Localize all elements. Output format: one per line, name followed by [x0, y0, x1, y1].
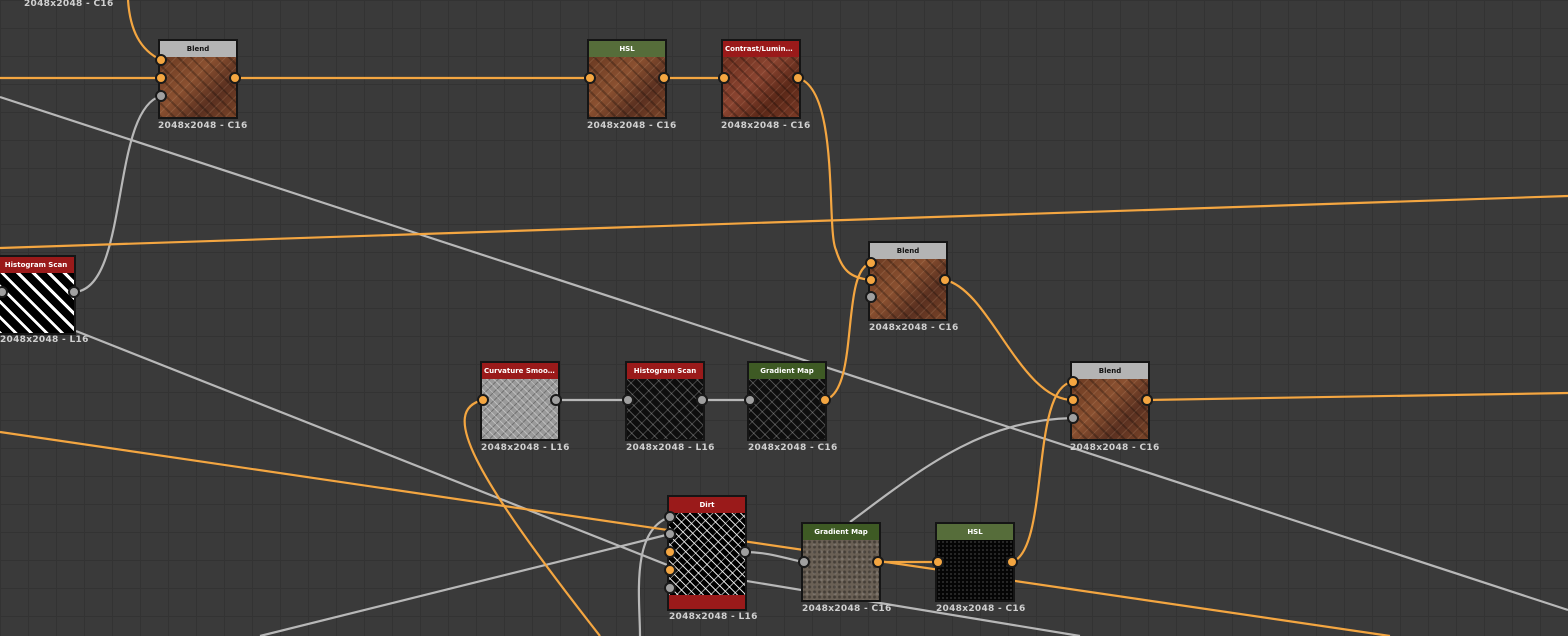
input-port[interactable] [932, 556, 944, 568]
output-port[interactable] [872, 556, 884, 568]
node-thumbnail [937, 540, 1013, 600]
node-thumbnail [669, 513, 745, 595]
node-gradient-map[interactable]: Gradient Map [801, 522, 881, 602]
node-histogram-scan[interactable]: Histogram Scan [625, 361, 705, 441]
node-title: Histogram Scan [0, 257, 74, 273]
wire [797, 76, 872, 282]
wire [126, 0, 162, 61]
input-port[interactable] [1067, 412, 1079, 424]
node-format-label: 2048x2048 - C16 [721, 121, 811, 131]
input-port[interactable] [744, 394, 756, 406]
input-port[interactable] [865, 274, 877, 286]
node-thumbnail [0, 273, 74, 333]
node-hsl[interactable]: HSL [935, 522, 1015, 602]
wire [744, 550, 805, 564]
node-thumbnail [749, 379, 825, 439]
input-port[interactable] [664, 564, 676, 576]
output-port[interactable] [550, 394, 562, 406]
node-title: Gradient Map [749, 363, 825, 379]
node-title: Contrast/Luminosity C... [723, 41, 799, 57]
input-port[interactable] [622, 394, 634, 406]
node-title: Blend [160, 41, 236, 57]
input-port[interactable] [865, 257, 877, 269]
node-blend[interactable]: Blend [158, 39, 238, 119]
node-blend[interactable]: Blend [1070, 361, 1150, 441]
node-histogram-scan[interactable]: Histogram Scan [0, 255, 76, 335]
node-thumbnail [160, 57, 236, 117]
output-port[interactable] [696, 394, 708, 406]
wire [0, 95, 1568, 612]
node-title: Blend [1072, 363, 1148, 379]
node-thumbnail [870, 259, 946, 319]
node-thumbnail [1072, 379, 1148, 439]
input-port[interactable] [155, 90, 167, 102]
output-port[interactable] [819, 394, 831, 406]
offscreen-node-label: 2048x2048 - C16 [24, 0, 114, 9]
node-dirt[interactable]: Dirt [667, 495, 747, 611]
wire [259, 532, 671, 636]
node-format-label: 2048x2048 - L16 [0, 335, 89, 345]
input-port[interactable] [664, 511, 676, 523]
node-title: HSL [589, 41, 665, 57]
wire [944, 278, 1074, 402]
output-port[interactable] [1141, 394, 1153, 406]
node-title: Histogram Scan [627, 363, 703, 379]
node-title: Dirt [669, 497, 745, 513]
node-thumbnail [589, 57, 665, 117]
output-port[interactable] [739, 546, 751, 558]
node-format-label: 2048x2048 - L16 [669, 612, 758, 622]
wire [1011, 380, 1074, 564]
input-port[interactable] [664, 546, 676, 558]
node-format-label: 2048x2048 - L16 [481, 443, 570, 453]
node-thumbnail [482, 379, 558, 439]
wire [1146, 391, 1568, 402]
input-port[interactable] [584, 72, 596, 84]
node-gradient-map[interactable]: Gradient Map [747, 361, 827, 441]
input-port[interactable] [1067, 394, 1079, 406]
output-port[interactable] [658, 72, 670, 84]
node-format-label: 2048x2048 - C16 [936, 604, 1026, 614]
node-format-label: 2048x2048 - C16 [802, 604, 892, 614]
node-title: HSL [937, 524, 1013, 540]
node-title: Gradient Map [803, 524, 879, 540]
node-title: Curvature Smooth [482, 363, 558, 379]
output-port[interactable] [939, 274, 951, 286]
input-port[interactable] [664, 582, 676, 594]
input-port[interactable] [798, 556, 810, 568]
node-hsl[interactable]: HSL [587, 39, 667, 119]
node-format-label: 2048x2048 - C16 [158, 121, 248, 131]
node-thumbnail [723, 57, 799, 117]
output-port[interactable] [68, 286, 80, 298]
node-thumbnail [803, 540, 879, 600]
node-format-label: 2048x2048 - L16 [626, 443, 715, 453]
node-thumbnail [627, 379, 703, 439]
node-blend[interactable]: Blend [868, 241, 948, 321]
input-port[interactable] [155, 54, 167, 66]
input-port[interactable] [1067, 376, 1079, 388]
node-curvature-smooth[interactable]: Curvature Smooth [480, 361, 560, 441]
node-format-label: 2048x2048 - C16 [587, 121, 677, 131]
node-title: Blend [870, 243, 946, 259]
node-footer [669, 595, 745, 609]
output-port[interactable] [792, 72, 804, 84]
node-contrast-luminosity[interactable]: Contrast/Luminosity C... [721, 39, 801, 119]
node-format-label: 2048x2048 - C16 [1070, 443, 1160, 453]
input-port[interactable] [664, 528, 676, 540]
wire [0, 194, 1568, 250]
node-format-label: 2048x2048 - C16 [869, 323, 959, 333]
node-format-label: 2048x2048 - C16 [748, 443, 838, 453]
wire [75, 329, 1081, 636]
output-port[interactable] [229, 72, 241, 84]
input-port[interactable] [718, 72, 730, 84]
input-port[interactable] [865, 291, 877, 303]
output-port[interactable] [1006, 556, 1018, 568]
input-port[interactable] [477, 394, 489, 406]
input-port[interactable] [155, 72, 167, 84]
